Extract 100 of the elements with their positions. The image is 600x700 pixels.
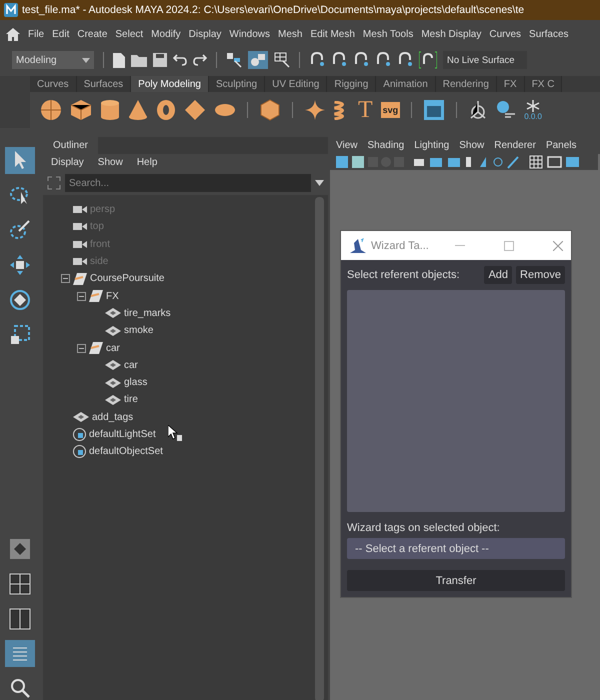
menu-item[interactable]: Show (459, 140, 484, 151)
expander-toggle[interactable] (77, 344, 86, 353)
camera-icon (73, 222, 87, 232)
magnet-icon[interactable] (331, 52, 347, 68)
select-hierarchy-icon[interactable] (226, 52, 242, 68)
menu-item[interactable]: Lighting (414, 140, 450, 151)
outliner-tab[interactable]: Outliner (43, 137, 98, 154)
mesh-icon (73, 412, 89, 422)
menu-item[interactable]: Edit Mesh (310, 28, 355, 40)
home-icon[interactable] (6, 28, 20, 40)
magnet-icon[interactable] (309, 52, 325, 68)
camera-icon (73, 257, 87, 266)
shelf-tab[interactable]: Surfaces (76, 76, 132, 92)
tags-label: Wizard tags on selected object: (347, 522, 501, 534)
menu-item[interactable]: Renderer (494, 140, 536, 151)
menu-item[interactable]: Mesh Display (421, 28, 482, 40)
magnet-icon[interactable] (353, 52, 369, 68)
referent-select[interactable]: -- Select a referent object -- (347, 538, 565, 559)
outliner-item[interactable]: tire_marks (124, 308, 171, 319)
shelf-tab[interactable]: Poly Modeling (131, 76, 209, 92)
wizard-hat-icon (349, 238, 367, 254)
cylinder-icon (100, 99, 120, 121)
select-object-icon[interactable] (248, 51, 268, 69)
frame-icon[interactable] (47, 176, 61, 190)
live-surface-field[interactable]: No Live Surface (443, 51, 527, 69)
dialog-button[interactable]: Add (484, 266, 512, 284)
expander-toggle[interactable] (61, 274, 70, 284)
outliner-item[interactable]: smoke (124, 325, 154, 336)
shelf-tab[interactable]: Sculpting (208, 76, 266, 92)
menu-item[interactable]: Select (115, 28, 144, 40)
menu-item[interactable]: Help (136, 157, 158, 168)
shelf-tab[interactable]: Curves (30, 76, 77, 92)
grid-window-icon (423, 99, 446, 121)
outliner-item[interactable]: add_tags (92, 412, 134, 423)
undo-icon[interactable] (173, 54, 187, 66)
group-icon (73, 272, 87, 285)
redo-icon[interactable] (193, 54, 207, 66)
plane-icon (184, 99, 206, 121)
shelf-tab[interactable]: Animation (376, 76, 436, 92)
menu-item[interactable]: Surfaces (529, 28, 569, 40)
snowflake-icon (526, 100, 540, 112)
menu-item[interactable]: Create (77, 28, 108, 40)
shelf-tab[interactable]: Rigging (327, 76, 376, 92)
outliner-item[interactable]: defaultObjectSet (89, 446, 163, 458)
shelf-tab[interactable]: FX C (524, 76, 562, 92)
outliner-item[interactable]: defaultLightSet (89, 429, 156, 440)
menu-item[interactable]: Show (98, 157, 123, 168)
outliner-item[interactable]: glass (124, 377, 148, 388)
outliner-item[interactable]: car (106, 342, 120, 354)
select-tool-icon[interactable] (5, 147, 35, 174)
folder-icon[interactable] (131, 54, 147, 66)
shelf-tab[interactable]: Rendering (436, 76, 497, 92)
cursor-icon (168, 425, 182, 441)
magnet-icon[interactable] (397, 52, 413, 68)
mesh-icon (105, 308, 121, 318)
dialog-title: Wizard Ta... (371, 240, 430, 252)
svg-tool[interactable]: svg (380, 102, 400, 118)
menu-item[interactable]: File (28, 28, 44, 40)
group-icon (89, 290, 103, 302)
expander-toggle[interactable] (77, 292, 86, 301)
dialog-button[interactable]: Remove (516, 266, 565, 284)
menu-item[interactable]: Panels (546, 140, 577, 151)
menu-item[interactable]: Mesh (278, 28, 302, 40)
menu-item[interactable]: Shading (368, 140, 404, 151)
caret-icon[interactable] (315, 180, 324, 186)
menu-item[interactable]: Mesh Tools (362, 28, 414, 40)
mesh-icon (105, 326, 121, 336)
camera-icon (73, 240, 87, 249)
text-tool[interactable]: T (358, 98, 373, 122)
magnet-icon[interactable] (419, 51, 437, 69)
outliner-item[interactable]: car (124, 360, 138, 371)
window-title: test_file.ma* - Autodesk MAYA 2024.2: C:\Users\evari\OneDrive\Documents\maya\projects\default\scenes\te (22, 4, 524, 16)
save-icon[interactable] (153, 53, 167, 67)
menu-item[interactable]: Modify (151, 28, 181, 40)
shelf-tab[interactable]: UV Editing (265, 76, 328, 92)
polyhedron-icon (259, 99, 281, 121)
outliner-item[interactable]: tire (124, 394, 138, 406)
menu-item[interactable]: Edit (52, 28, 70, 40)
shelf-tab[interactable]: FX (496, 76, 525, 92)
transfer-button[interactable]: Transfer (347, 570, 565, 591)
mesh-icon (105, 378, 121, 388)
mode-dropdown[interactable]: Modeling (12, 51, 94, 69)
scrollbar[interactable] (315, 197, 324, 700)
app-icon (4, 3, 18, 17)
search-field[interactable]: Search... (65, 174, 311, 192)
outliner-item[interactable]: FX (106, 290, 119, 302)
close-icon[interactable] (553, 240, 563, 250)
new-file-icon[interactable] (113, 52, 125, 68)
caret-icon[interactable] (82, 58, 90, 62)
outliner-item[interactable]: CoursePoursuite (90, 273, 164, 284)
menu-item[interactable]: Display (51, 157, 84, 168)
menu-item[interactable]: Display (188, 28, 222, 40)
star-icon (304, 99, 326, 121)
menu-item[interactable]: View (336, 140, 358, 151)
menu-item[interactable]: Curves (489, 28, 522, 40)
select-component-icon[interactable] (274, 52, 290, 68)
menu-item[interactable]: Windows (229, 28, 270, 40)
magnet-icon[interactable] (375, 52, 391, 68)
pivot-icon (468, 100, 488, 120)
layout-outliner-icon[interactable] (5, 640, 35, 668)
